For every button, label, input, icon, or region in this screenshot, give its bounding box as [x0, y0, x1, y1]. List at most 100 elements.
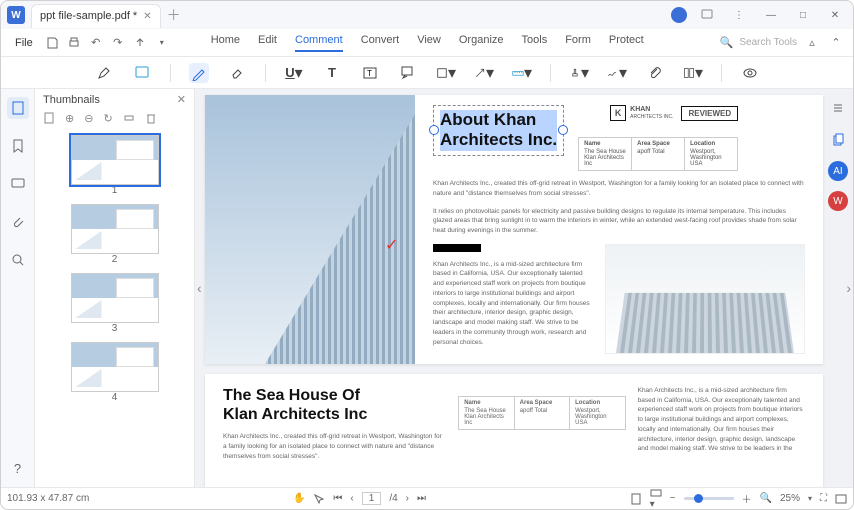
shape-tool-icon[interactable]: ▾ [436, 63, 456, 83]
highlight-tool-icon[interactable] [94, 63, 114, 83]
next-page-arrow[interactable]: › [846, 280, 851, 296]
menu-tools[interactable]: Tools [522, 34, 548, 52]
hand-tool-icon[interactable]: ✋ [293, 493, 305, 504]
pencil-tool-icon[interactable] [189, 63, 209, 83]
feedback-icon[interactable] [695, 3, 719, 27]
menu-home[interactable]: Home [211, 34, 240, 52]
wps-button[interactable]: W [828, 191, 848, 211]
left-rail: ? [1, 89, 35, 487]
print-icon[interactable] [65, 34, 83, 52]
zoom-out-icon[interactable]: − [670, 493, 676, 504]
thumbnails-tab-icon[interactable] [7, 97, 29, 119]
menu-organize[interactable]: Organize [459, 34, 504, 52]
note-tool-icon[interactable] [132, 63, 152, 83]
bookmarks-tab-icon[interactable] [7, 135, 29, 157]
minimize-button[interactable]: — [759, 3, 783, 27]
eraser-tool-icon[interactable] [227, 63, 247, 83]
ai-button[interactable]: AI [828, 161, 848, 181]
undo-icon[interactable]: ↶ [87, 34, 105, 52]
zoom-dropdown-icon[interactable]: 🔍 [760, 493, 772, 504]
thumbnail-4[interactable]: 4 [35, 342, 194, 403]
thumb-rotate-icon[interactable]: ↻ [103, 112, 112, 125]
fit-width-icon[interactable]: ▾ [650, 487, 662, 510]
thumb-print-icon[interactable] [123, 112, 135, 125]
thumb-zoomout-icon[interactable]: ⊖ [84, 112, 93, 125]
thumbnail-2[interactable]: 2 [35, 204, 194, 265]
new-tab-button[interactable]: ＋ [167, 5, 181, 25]
user-avatar[interactable] [671, 7, 687, 23]
document-tab[interactable]: ppt file-sample.pdf * ✕ [31, 4, 161, 28]
svg-text:T: T [367, 69, 372, 78]
page2-title-1: The Sea House Of [223, 386, 446, 405]
search-icon[interactable]: 🔍 [720, 36, 734, 49]
help-icon[interactable]: ? [7, 457, 29, 479]
menu-protect[interactable]: Protect [609, 34, 644, 52]
document-canvas[interactable]: ‹ › ✓ About Khan Architects Inc. [195, 89, 853, 487]
first-page-icon[interactable]: ⏮ [333, 493, 342, 504]
stamp-tool-icon[interactable]: ▾ [569, 63, 589, 83]
freehand-mark[interactable]: ✓ [385, 235, 398, 255]
menu-view[interactable]: View [417, 34, 441, 52]
copy-icon[interactable] [827, 129, 849, 151]
measure-tool-icon[interactable]: ▾ [512, 63, 532, 83]
attachment-tool-icon[interactable] [645, 63, 665, 83]
menu-form[interactable]: Form [565, 34, 591, 52]
panel-close-icon[interactable]: ✕ [177, 93, 186, 106]
arrow-tool-icon[interactable]: ▾ [474, 63, 494, 83]
file-menu[interactable]: File [9, 37, 39, 49]
menu-comment[interactable]: Comment [295, 34, 343, 52]
thumb-add-icon[interactable] [43, 112, 55, 125]
fit-page-icon[interactable] [630, 493, 642, 505]
next-page-icon[interactable]: › [406, 493, 409, 504]
tab-title: ppt file-sample.pdf * [40, 10, 137, 22]
thumbnail-3[interactable]: 3 [35, 273, 194, 334]
last-page-icon[interactable]: ⏭ [417, 493, 426, 504]
textbox-tool-icon[interactable]: T [360, 63, 380, 83]
callout-tool-icon[interactable] [398, 63, 418, 83]
collapse-ribbon-icon[interactable]: ⌃ [827, 34, 845, 52]
more-icon[interactable]: ⋮ [727, 3, 751, 27]
paragraph-1: Khan Architects Inc., created this off-g… [433, 179, 805, 199]
page-1: ✓ About Khan Architects Inc. [205, 95, 823, 364]
attachments-tab-icon[interactable] [7, 211, 29, 233]
underline-tool-icon[interactable]: U▾ [284, 63, 304, 83]
company-logo: K KHANARCHITECTS INC. [610, 105, 673, 121]
page-total: /4 [389, 493, 397, 504]
page2-info-table: NameThe Sea House Klan Architects Inc Ar… [458, 396, 625, 430]
fullscreen-icon[interactable]: ⛶ [820, 493, 827, 504]
page-input[interactable]: 1 [362, 492, 382, 505]
prev-page-arrow[interactable]: ‹ [197, 280, 202, 296]
read-mode-icon[interactable] [835, 493, 847, 505]
search-input[interactable]: Search Tools [739, 37, 797, 48]
thumbnail-1[interactable]: 1 [35, 135, 194, 196]
save-icon[interactable] [43, 34, 61, 52]
statusbar: 101.93 x 47.87 cm ✋ ⏮ ‹ 1 /4 › ⏭ ▾ − ＋ 🔍… [1, 487, 853, 509]
thumb-zoomin-icon[interactable]: ⊕ [65, 112, 74, 125]
close-button[interactable]: ✕ [823, 3, 847, 27]
comments-tab-icon[interactable] [7, 173, 29, 195]
selected-text-box[interactable]: About Khan Architects Inc. [433, 105, 564, 156]
zoom-in-icon[interactable]: ＋ [742, 491, 752, 506]
prev-page-icon[interactable]: ‹ [350, 493, 353, 504]
zoom-value: 25% [780, 493, 800, 504]
cloud-icon[interactable]: ▵ [803, 34, 821, 52]
menu-convert[interactable]: Convert [361, 34, 400, 52]
share-icon[interactable] [131, 34, 149, 52]
compare-tool-icon[interactable]: ▾ [683, 63, 703, 83]
heading-line2: Architects Inc. [440, 130, 557, 150]
properties-icon[interactable] [827, 97, 849, 119]
menu-edit[interactable]: Edit [258, 34, 277, 52]
redaction-mark [433, 244, 481, 252]
text-tool-icon[interactable]: T [322, 63, 342, 83]
redo-icon[interactable]: ↷ [109, 34, 127, 52]
menubar-chevron-icon[interactable]: ▾ [153, 34, 171, 52]
zoom-slider[interactable] [684, 497, 734, 500]
maximize-button[interactable]: □ [791, 3, 815, 27]
hide-tool-icon[interactable] [740, 63, 760, 83]
signature-tool-icon[interactable]: ▾ [607, 63, 627, 83]
thumb-delete-icon[interactable] [145, 112, 157, 125]
select-tool-icon[interactable] [313, 493, 325, 505]
secondary-image [605, 244, 805, 354]
search-tab-icon[interactable] [7, 249, 29, 271]
tab-close-icon[interactable]: ✕ [143, 11, 151, 22]
